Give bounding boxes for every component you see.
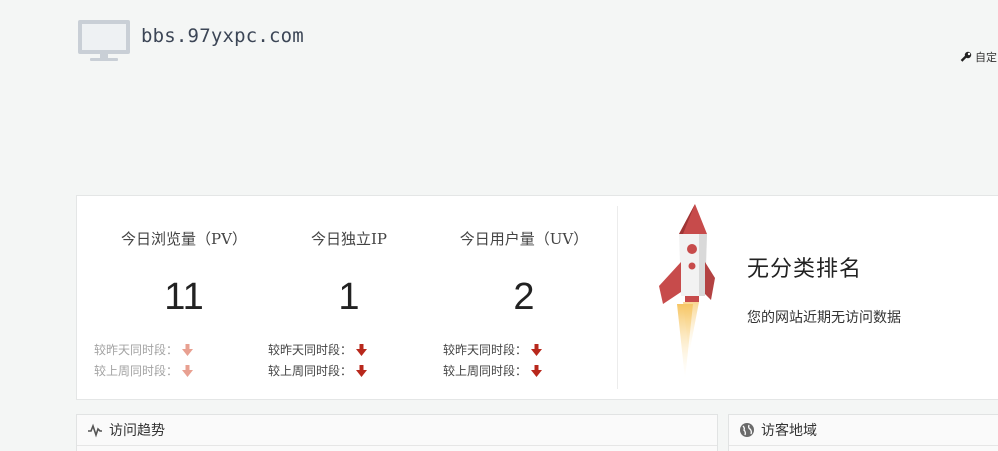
visit-trend-title: 访问趋势 — [109, 423, 165, 439]
stat-ip-value: 1 — [338, 276, 360, 318]
compare-label: 较昨天同时段： — [268, 343, 353, 357]
stat-uv-compare-lastweek: 较上周同时段： — [443, 362, 543, 379]
compare-label: 较上周同时段： — [443, 364, 528, 378]
arrow-down-icon — [182, 343, 194, 356]
stat-uv-label: 今日用户量（UV） — [459, 230, 589, 248]
stat-ip-compare-lastweek: 较上周同时段： — [268, 362, 368, 379]
visit-trend-panel: 访问趋势 — [76, 414, 718, 451]
visitor-region-panel: 访客地域 — [728, 414, 998, 451]
arrow-down-icon — [531, 364, 543, 377]
wrench-icon — [960, 51, 972, 62]
stat-pv-label: 今日浏览量（PV） — [121, 230, 247, 248]
visit-trend-header: 访问趋势 — [77, 415, 717, 446]
stat-uv-compare-yesterday: 较昨天同时段： — [443, 341, 543, 358]
customize-label: 自定 — [975, 51, 997, 64]
visitor-region-title: 访客地域 — [761, 423, 817, 439]
ranking-title: 无分类排名 — [747, 257, 863, 282]
compare-label: 较昨天同时段： — [443, 343, 528, 357]
panel-divider — [617, 206, 618, 389]
ranking-description: 您的网站近期无访问数据 — [747, 310, 901, 326]
arrow-down-icon — [356, 343, 368, 356]
compare-label: 较上周同时段： — [268, 364, 353, 378]
compare-label: 较上周同时段： — [94, 364, 179, 378]
arrow-down-icon — [182, 364, 194, 377]
stat-uv-value: 2 — [513, 276, 535, 318]
arrow-down-icon — [356, 364, 368, 377]
visitor-region-header: 访客地域 — [729, 415, 998, 446]
stat-pv-compare-yesterday: 较昨天同时段： — [94, 341, 194, 358]
stats-dashboard: bbs.97yxpc.com 自定 今日浏览量（PV） 11 较昨天同时段： 较… — [0, 0, 998, 451]
stat-ip-compare-yesterday: 较昨天同时段： — [268, 341, 368, 358]
monitor-icon — [78, 20, 130, 61]
customize-link[interactable]: 自定 — [960, 49, 997, 65]
stat-pv-compare-lastweek: 较上周同时段： — [94, 362, 194, 379]
compare-label: 较昨天同时段： — [94, 343, 179, 357]
today-stats-panel: 今日浏览量（PV） 11 较昨天同时段： 较上周同时段： 今日独立IP 1 较昨… — [76, 195, 998, 400]
stat-pv-value: 11 — [164, 276, 204, 318]
rocket-icon — [659, 204, 715, 379]
globe-icon — [740, 423, 754, 437]
site-domain: bbs.97yxpc.com — [141, 25, 304, 47]
stat-ip-label: 今日独立IP — [310, 230, 388, 248]
arrow-down-icon — [531, 343, 543, 356]
activity-icon — [88, 423, 102, 438]
